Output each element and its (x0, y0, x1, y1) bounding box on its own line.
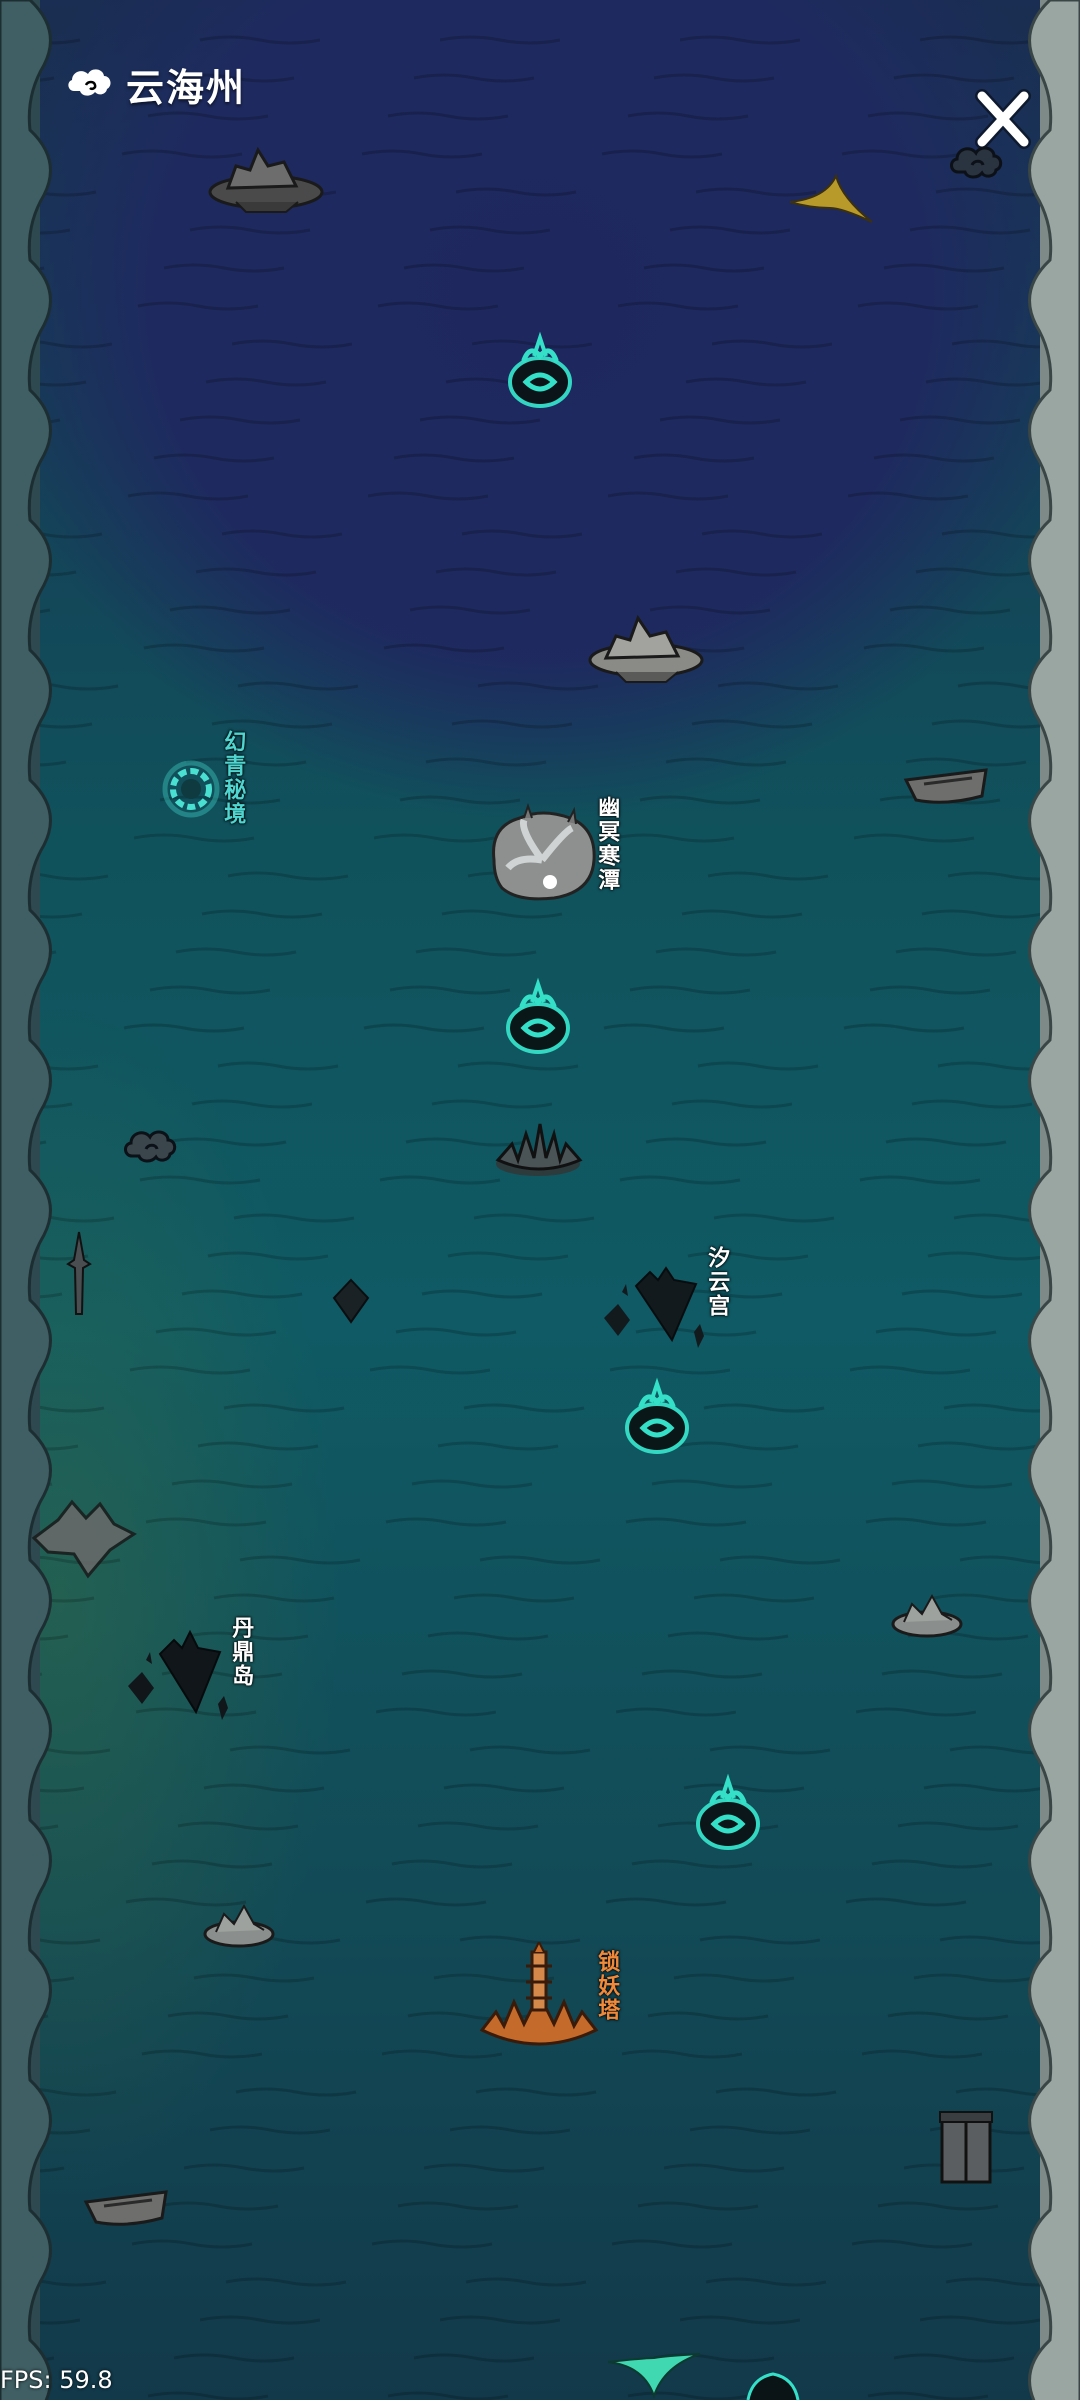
demon-marker-icon[interactable] (617, 1376, 697, 1460)
demon-lock-tower-icon[interactable] (474, 1942, 604, 2058)
right-cloud-border (1028, 0, 1080, 2400)
sword-marker-icon[interactable] (64, 1230, 94, 1322)
label-xiyun[interactable]: 汐云宫 (704, 1246, 729, 1318)
left-cloud-border (0, 0, 52, 2400)
demon-marker-icon[interactable] (688, 1772, 768, 1856)
manta-creature-icon[interactable] (786, 172, 876, 228)
door-icon[interactable] (938, 2110, 994, 2186)
alchemy-island-icon[interactable] (124, 1628, 234, 1724)
floating-fortress-icon[interactable] (586, 614, 706, 690)
shipwreck-icon[interactable] (82, 2184, 172, 2234)
cloud-marker-icon[interactable] (120, 1116, 184, 1180)
demon-marker-icon[interactable] (500, 330, 580, 414)
auspicious-cloud-icon (68, 69, 111, 96)
label-danding[interactable]: 丹鼎岛 (228, 1616, 253, 1688)
region-header: 云海州 (64, 54, 246, 114)
shipwreck-icon[interactable] (902, 762, 992, 812)
small-islet-icon[interactable] (202, 1900, 276, 1960)
secret-realm-portal-icon[interactable] (160, 758, 222, 820)
broken-island-icon[interactable] (28, 1494, 140, 1584)
region-title: 云海州 (126, 65, 247, 110)
spiky-lotus-icon[interactable] (490, 1104, 586, 1192)
label-youming[interactable]: 幽冥寒潭 (594, 796, 619, 892)
demon-marker-icon[interactable] (738, 2370, 808, 2400)
cloud-marker-icon[interactable] (946, 132, 1010, 196)
floating-fortress-icon[interactable] (206, 140, 326, 216)
fps-counter: FPS: 59.8 (0, 2366, 113, 2394)
small-islet-icon[interactable] (890, 1590, 964, 1650)
cold-pool-island-icon[interactable] (484, 800, 602, 910)
world-map[interactable]: 云海州 幻青秘境 幽冥寒潭 汐云宫 丹鼎岛 锁妖塔 FPS: 59.8 (0, 0, 1080, 2400)
teal-manta-creature-icon[interactable] (604, 2348, 704, 2400)
floating-palace-icon[interactable] (600, 1262, 710, 1352)
demon-marker-icon[interactable] (498, 976, 578, 1060)
label-suoyao[interactable]: 锁妖塔 (594, 1950, 619, 2022)
label-huanqing[interactable]: 幻青秘境 (220, 730, 245, 826)
floating-rock-icon[interactable] (332, 1278, 370, 1324)
